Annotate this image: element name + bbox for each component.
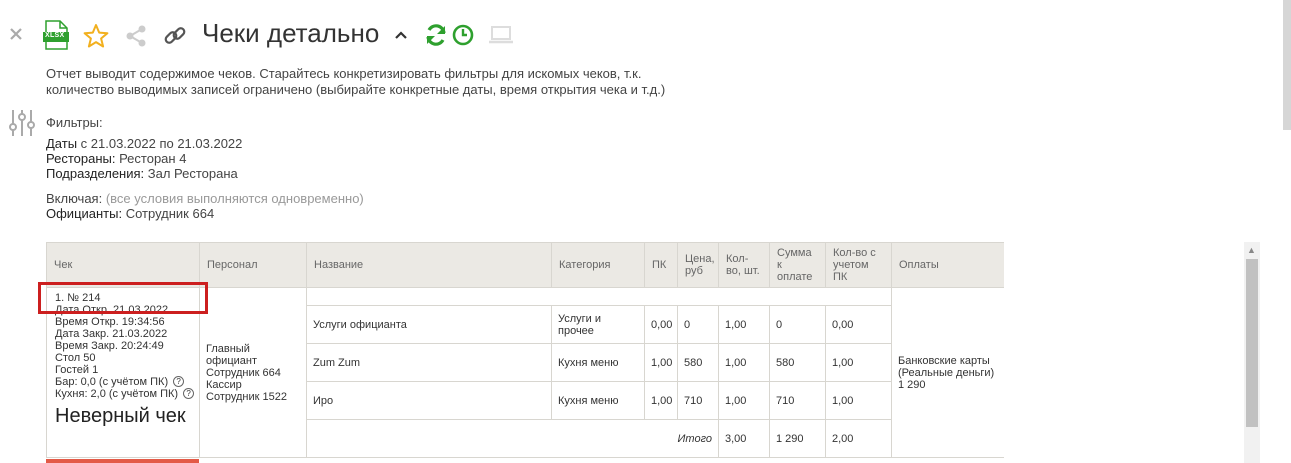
- item-name: Zum Zum: [306, 343, 552, 382]
- checks-table-container: Чек Персонал Название Категория ПК Цена,…: [46, 242, 1004, 463]
- payments-line-3: 1 290: [898, 378, 926, 391]
- item-price: 580: [677, 343, 719, 382]
- laptop-icon[interactable]: [487, 24, 515, 46]
- table-scrollbar[interactable]: ▲: [1244, 242, 1260, 463]
- item-qty-pk: 1,00: [825, 343, 892, 382]
- refresh-icon[interactable]: [423, 22, 449, 48]
- staff-line-1: Главный официант: [206, 342, 257, 367]
- col-header-sum[interactable]: Сумма к оплате: [769, 242, 826, 288]
- share-icon[interactable]: [123, 23, 149, 49]
- help-icon[interactable]: ?: [183, 388, 195, 399]
- total-sum: 1 290: [769, 419, 826, 458]
- item-category: Кухня меню: [551, 343, 645, 382]
- highlight-annotation: [38, 282, 208, 314]
- check-time-open: Время Откр. 19:34:56: [55, 316, 165, 328]
- xlsx-label: XLSX: [45, 32, 65, 39]
- restaurants-label: Рестораны:: [46, 151, 116, 166]
- col-header-qty-pk[interactable]: Кол-во с учетом ПК: [825, 242, 892, 288]
- item-category: Кухня меню: [551, 381, 645, 420]
- item-sum: 0: [769, 305, 826, 344]
- staff-cell: Главный официант Сотрудник 664 Кассир Со…: [199, 287, 307, 458]
- item-sum: 580: [769, 343, 826, 382]
- col-header-staff[interactable]: Персонал: [199, 242, 307, 288]
- divisions-label: Подразделения:: [46, 166, 145, 181]
- star-icon[interactable]: [82, 22, 110, 50]
- filters-header: Фильтры:: [46, 115, 103, 130]
- dates-label: Даты: [46, 136, 78, 151]
- including-note: (все условия выполняются одновременно): [102, 191, 364, 206]
- total-qty: 3,00: [718, 419, 770, 458]
- waiters-value: Сотрудник 664: [122, 206, 215, 221]
- check-guests: Гостей 1: [55, 364, 99, 376]
- item-qty: 1,00: [718, 305, 770, 344]
- item-category: Услуги и прочее: [551, 305, 645, 344]
- col-header-pk[interactable]: ПК: [644, 242, 678, 288]
- page-scrollbar-thumb[interactable]: [1283, 0, 1291, 130]
- close-icon[interactable]: [8, 26, 24, 42]
- col-header-check[interactable]: Чек: [46, 242, 200, 288]
- next-check-bar: [46, 459, 199, 463]
- scroll-thumb[interactable]: [1246, 259, 1258, 427]
- check-time-close: Время Закр. 20:24:49: [55, 340, 164, 352]
- payments-cell: Банковские карты (Реальные деньги) 1 290: [891, 287, 1004, 458]
- description-line-2: количество выводимых записей ограничено …: [46, 82, 666, 97]
- link-icon[interactable]: [162, 23, 188, 49]
- checks-table: Чек Персонал Название Категория ПК Цена,…: [46, 242, 1004, 458]
- total-qty-pk: 2,00: [825, 419, 892, 458]
- payments-line-2: (Реальные деньги): [898, 366, 995, 379]
- item-name: Услуги официанта: [306, 305, 552, 344]
- item-qty-pk: 1,00: [825, 381, 892, 420]
- toolbar: XLSX Чеки детально: [0, 14, 600, 54]
- help-icon[interactable]: ?: [173, 376, 185, 387]
- including-label: Включая:: [46, 191, 103, 206]
- staff-line-2: Сотрудник 664: [206, 366, 281, 379]
- filters-panel: Фильтры: Даты с 21.03.2022 по 21.03.2022…: [46, 115, 364, 221]
- item-pk: 0,00: [644, 305, 678, 344]
- xlsx-export-icon[interactable]: XLSX: [42, 20, 70, 50]
- col-header-payments[interactable]: Оплаты: [891, 242, 1004, 288]
- col-header-price[interactable]: Цена, руб: [677, 242, 719, 288]
- col-header-qty[interactable]: Кол-во, шт.: [718, 242, 770, 288]
- check-status: Неверный чек: [55, 405, 186, 427]
- page-title: Чеки детально: [202, 18, 380, 48]
- payments-line-1: Банковские карты: [898, 354, 990, 367]
- item-qty: 1,00: [718, 343, 770, 382]
- col-header-name[interactable]: Название: [306, 242, 552, 288]
- report-description: Отчет выводит содержимое чеков. Старайте…: [46, 66, 746, 98]
- check-table: Стол 50: [55, 352, 96, 364]
- empty-cell: [306, 287, 892, 306]
- table-header-row: Чек Персонал Название Категория ПК Цена,…: [46, 242, 1004, 288]
- item-sum: 710: [769, 381, 826, 420]
- description-line-1: Отчет выводит содержимое чеков. Старайте…: [46, 66, 642, 81]
- item-qty: 1,00: [718, 381, 770, 420]
- restaurants-value: Ресторан 4: [115, 151, 187, 166]
- chevron-up-icon[interactable]: [393, 28, 409, 42]
- check-bar: Бар: 0,0 (с учётом ПК): [55, 376, 169, 388]
- item-name: Иро: [306, 381, 552, 420]
- check-kitchen: Кухня: 2,0 (с учётом ПК): [55, 388, 179, 400]
- filters-sliders-icon[interactable]: [8, 108, 36, 143]
- staff-line-3: Кассир: [206, 378, 242, 391]
- col-header-category[interactable]: Категория: [551, 242, 645, 288]
- item-pk: 1,00: [644, 381, 678, 420]
- item-price: 710: [677, 381, 719, 420]
- staff-line-4: Сотрудник 1522: [206, 390, 287, 403]
- total-label: Итого: [306, 419, 719, 458]
- item-qty-pk: 0,00: [825, 305, 892, 344]
- divisions-value: Зал Ресторана: [144, 166, 238, 181]
- check-date-close: Дата Закр. 21.03.2022: [55, 328, 168, 340]
- item-price: 0: [677, 305, 719, 344]
- waiters-label: Официанты:: [46, 206, 123, 221]
- item-pk: 1,00: [644, 343, 678, 382]
- scroll-up-icon[interactable]: ▲: [1247, 245, 1256, 255]
- dates-value: с 21.03.2022 по 21.03.2022: [77, 136, 243, 151]
- clock-icon[interactable]: [451, 23, 475, 47]
